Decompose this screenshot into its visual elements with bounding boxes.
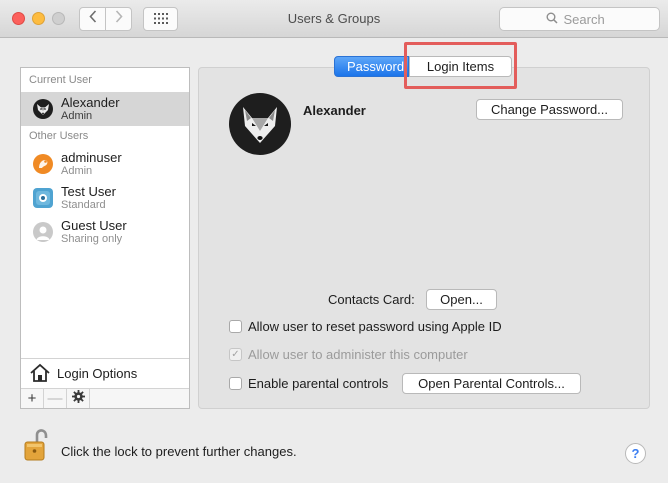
search-input[interactable] — [563, 11, 614, 27]
user-role: Admin — [61, 110, 93, 122]
fox-avatar-icon — [243, 107, 277, 143]
reset-password-checkbox-row[interactable]: Allow user to reset password using Apple… — [229, 319, 502, 334]
actions-button[interactable] — [67, 389, 90, 408]
user-row-guest-user[interactable]: Guest User Sharing only — [21, 215, 189, 249]
add-user-button[interactable]: + — [21, 389, 44, 408]
gear-icon — [71, 390, 85, 407]
user-name: Test User — [61, 184, 116, 199]
tab-password[interactable]: Password — [334, 56, 409, 77]
user-name: Guest User — [61, 218, 127, 233]
tab-bar: Password Login Items — [334, 56, 512, 77]
tab-login-items[interactable]: Login Items — [409, 56, 512, 77]
open-parental-controls-button[interactable]: Open Parental Controls... — [402, 373, 581, 394]
title-bar: Users & Groups — [0, 0, 668, 38]
user-name: adminuser — [61, 150, 122, 165]
lock-status-text: Click the lock to prevent further change… — [61, 444, 297, 459]
lock-button[interactable] — [24, 428, 48, 465]
user-list-sidebar: Current User Alexander Admin Other Users… — [20, 67, 190, 409]
user-picture[interactable] — [229, 93, 291, 155]
fox-avatar-icon — [33, 99, 53, 119]
remove-user-button[interactable]: — — [44, 389, 67, 408]
change-password-button[interactable]: Change Password... — [476, 99, 623, 120]
administer-label: Allow user to administer this computer — [248, 347, 468, 362]
open-contacts-card-button[interactable]: Open... — [426, 289, 497, 310]
search-icon — [546, 12, 558, 27]
user-full-name: Alexander — [303, 103, 366, 118]
user-row-adminuser[interactable]: adminuser Admin — [21, 147, 189, 181]
reset-password-checkbox[interactable] — [229, 320, 242, 333]
reset-password-label: Allow user to reset password using Apple… — [248, 319, 502, 334]
house-icon — [29, 363, 51, 386]
current-user-header: Current User — [29, 74, 92, 86]
user-role: Admin — [61, 165, 93, 177]
blue-avatar-icon — [33, 188, 53, 208]
contacts-card-label: Contacts Card: — [328, 292, 415, 307]
guest-avatar-icon — [33, 222, 53, 242]
user-row-test-user[interactable]: Test User Standard — [21, 181, 189, 215]
user-row-alexander[interactable]: Alexander Admin — [21, 92, 189, 126]
user-name: Alexander — [61, 95, 120, 110]
unlocked-lock-icon — [24, 429, 48, 461]
administer-checkbox-row: ✓ Allow user to administer this computer — [229, 347, 468, 362]
login-options-item[interactable]: Login Options — [21, 358, 189, 388]
login-options-label: Login Options — [57, 366, 138, 381]
orange-avatar-icon — [33, 154, 53, 174]
parental-controls-label: Enable parental controls — [248, 376, 389, 391]
help-button[interactable]: ? — [625, 443, 646, 464]
parental-controls-checkbox[interactable] — [229, 377, 242, 390]
parental-controls-checkbox-row[interactable]: Enable parental controls — [229, 376, 388, 391]
search-field[interactable] — [499, 7, 660, 31]
user-role: Sharing only — [61, 233, 123, 245]
other-users-header: Other Users — [29, 130, 89, 142]
sidebar-toolbar: + — — [21, 388, 189, 408]
user-role: Standard — [61, 199, 106, 211]
administer-checkbox: ✓ — [229, 348, 242, 361]
